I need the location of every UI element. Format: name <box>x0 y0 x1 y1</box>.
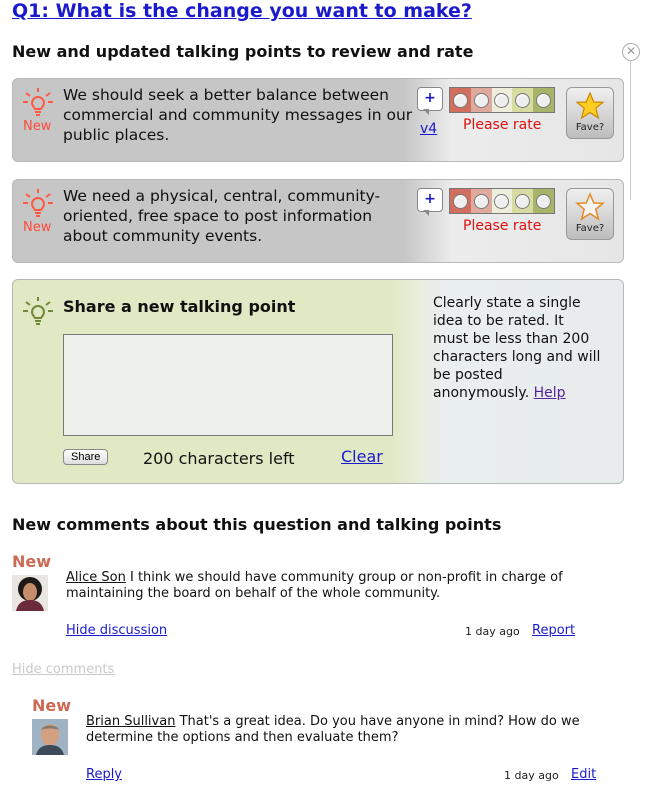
lightbulb-icon <box>23 297 53 325</box>
rating-cell[interactable] <box>491 88 513 112</box>
rating-cell[interactable] <box>512 88 534 112</box>
comment-text: I think we should have community group o… <box>66 570 563 601</box>
hide-comments-link[interactable]: Hide comments <box>12 662 114 677</box>
comment-timestamp: 1 day ago <box>465 625 520 638</box>
talking-point-textarea[interactable] <box>63 334 393 436</box>
talking-point-card: New We need a physical, central, communi… <box>12 179 624 263</box>
share-talking-point-panel: Share a new talking point Share 200 char… <box>12 279 624 484</box>
add-to-list-button[interactable]: + <box>417 188 443 212</box>
star-outline-icon <box>575 192 605 221</box>
speech-tail <box>423 210 429 216</box>
new-tag: New <box>32 696 72 715</box>
rating-cell[interactable] <box>450 88 471 112</box>
comment-body: Alice Son I think we should have communi… <box>66 570 576 602</box>
comments-heading: New comments about this question and tal… <box>12 515 502 534</box>
rate-prompt: Please rate <box>463 218 542 234</box>
rating-radio[interactable] <box>473 92 489 108</box>
talking-points-heading: New and updated talking points to review… <box>12 42 474 61</box>
rate-prompt: Please rate <box>463 117 542 133</box>
rating-radio[interactable] <box>515 92 531 108</box>
fave-button[interactable]: Fave? <box>566 188 614 240</box>
talking-point-text: We should seek a better balance between … <box>63 86 413 144</box>
fave-label: Fave? <box>575 223 605 234</box>
clear-link[interactable]: Clear <box>341 447 383 466</box>
share-title: Share a new talking point <box>63 297 296 316</box>
new-tag: New <box>23 220 52 235</box>
report-link[interactable]: Report <box>532 623 575 638</box>
rating-radio[interactable] <box>473 193 489 209</box>
rating-radio[interactable] <box>452 92 468 108</box>
rating-scale <box>449 87 555 113</box>
lightbulb-icon <box>23 88 53 116</box>
rating-radio[interactable] <box>452 193 468 209</box>
rating-cell[interactable] <box>533 189 554 213</box>
rating-cell[interactable] <box>512 189 534 213</box>
comment-timestamp: 1 day ago <box>504 769 559 782</box>
characters-left: 200 characters left <box>143 449 295 468</box>
avatar <box>32 719 68 755</box>
rating-cell[interactable] <box>470 189 492 213</box>
comment-author[interactable]: Alice Son <box>66 570 126 585</box>
new-tag: New <box>23 119 52 134</box>
star-icon <box>575 91 605 120</box>
talking-point-card: New We should seek a better balance betw… <box>12 78 624 162</box>
comment-body: Brian Sullivan That's a great idea. Do y… <box>86 714 581 746</box>
reply-link[interactable]: Reply <box>86 767 122 782</box>
add-to-list-button[interactable]: + <box>417 87 443 111</box>
share-instructions: Clearly state a single idea to be rated.… <box>433 294 603 402</box>
instructions-text: Clearly state a single idea to be rated.… <box>433 295 601 401</box>
close-icon[interactable]: ✕ <box>622 43 640 61</box>
rating-radio[interactable] <box>536 193 552 209</box>
fave-button[interactable]: Fave? <box>566 87 614 139</box>
rating-cell[interactable] <box>491 189 513 213</box>
divider <box>630 60 631 200</box>
rating-radio[interactable] <box>494 92 510 108</box>
rating-radio[interactable] <box>515 193 531 209</box>
lightbulb-icon <box>23 189 53 217</box>
rating-radio[interactable] <box>494 193 510 209</box>
hide-discussion-link[interactable]: Hide discussion <box>66 623 167 638</box>
help-link[interactable]: Help <box>534 385 566 401</box>
talking-point-text: We need a physical, central, community-o… <box>63 187 381 245</box>
speech-tail <box>423 109 429 115</box>
edit-link[interactable]: Edit <box>571 767 596 782</box>
version-link[interactable]: v4 <box>420 121 437 137</box>
rating-radio[interactable] <box>536 92 552 108</box>
comment-author[interactable]: Brian Sullivan <box>86 714 175 729</box>
share-button[interactable]: Share <box>63 449 109 465</box>
question-title[interactable]: Q1: What is the change you want to make? <box>12 0 472 22</box>
rating-cell[interactable] <box>470 88 492 112</box>
fave-label: Fave? <box>575 122 605 133</box>
avatar <box>12 575 48 611</box>
rating-scale <box>449 188 555 214</box>
new-tag: New <box>12 552 52 571</box>
rating-cell[interactable] <box>450 189 471 213</box>
rating-cell[interactable] <box>533 88 554 112</box>
